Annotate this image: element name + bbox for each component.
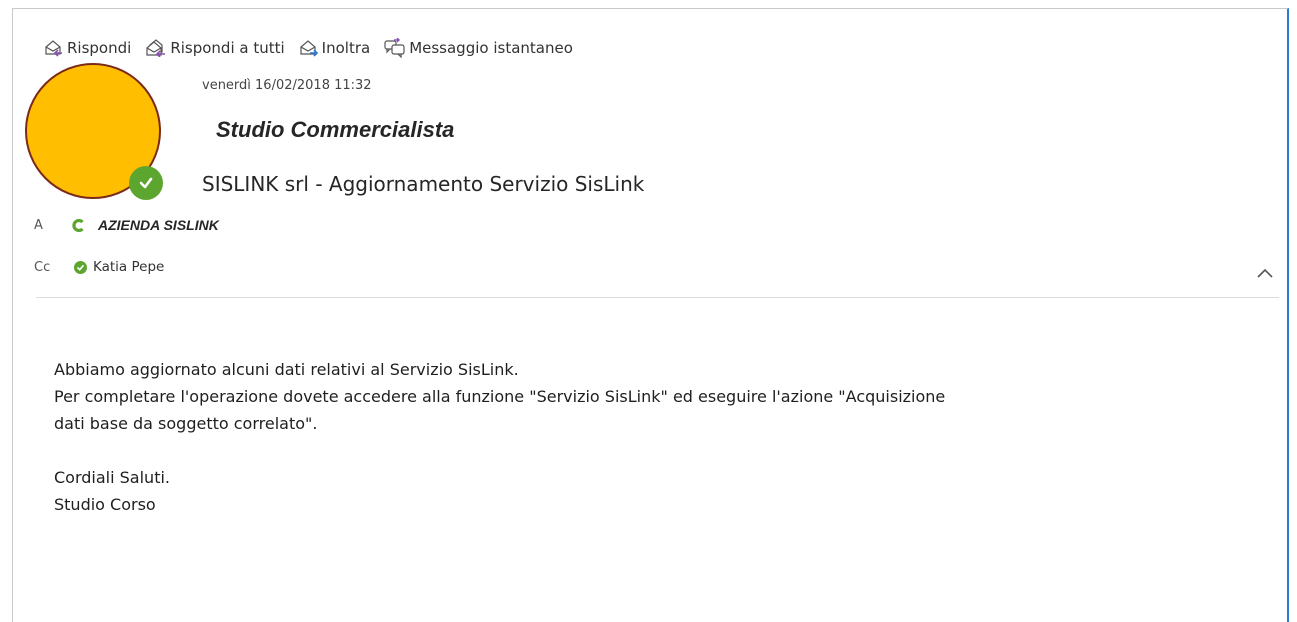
cc-label: Cc [34,259,51,275]
header-divider [36,297,1279,298]
reply-all-icon [146,39,166,57]
reply-label: Rispondi [67,39,132,57]
reply-all-button[interactable]: Rispondi a tutti [145,39,285,57]
presence-available-icon [74,260,87,274]
message-date: venerdì 16/02/2018 11:32 [202,78,372,93]
cc-recipient[interactable]: Katia Pepe [93,259,164,275]
reply-icon [45,40,62,57]
to-label: A [34,217,43,233]
message-toolbar: Rispondi Rispondi a tutti Inoltra Messag… [44,36,573,60]
reply-button[interactable]: Rispondi [44,39,131,57]
sender-name[interactable]: Studio Commercialista [216,117,454,143]
presence-partial-icon [72,218,84,232]
message-body: Abbiamo aggiornato alcuni dati relativi … [54,356,1264,518]
collapse-header-button[interactable] [1255,265,1275,279]
forward-icon [300,40,318,57]
sender-presence-icon [129,166,163,200]
forward-button[interactable]: Inoltra [299,39,371,57]
cc-row: Cc Katia Pepe [34,259,164,275]
closing-line: Cordiali Saluti. [54,468,170,487]
instant-message-button[interactable]: Messaggio istantaneo [384,38,573,58]
instant-message-icon [384,38,405,58]
message-subject: SISLINK srl - Aggiornamento Servizio Sis… [202,172,645,196]
to-row: A AZIENDA SISLINK [34,217,219,233]
chevron-up-icon [1257,268,1273,278]
signature-line: Studio Corso [54,495,156,514]
reply-all-label: Rispondi a tutti [170,39,285,57]
instant-message-label: Messaggio istantaneo [409,39,573,57]
body-line: Per completare l'operazione dovete acced… [54,387,946,406]
reading-pane [12,8,1289,622]
forward-label: Inoltra [321,39,371,57]
to-recipient[interactable]: AZIENDA SISLINK [98,217,219,233]
body-line: Abbiamo aggiornato alcuni dati relativi … [54,360,519,379]
body-line: dati base da soggetto correlato". [54,414,318,433]
